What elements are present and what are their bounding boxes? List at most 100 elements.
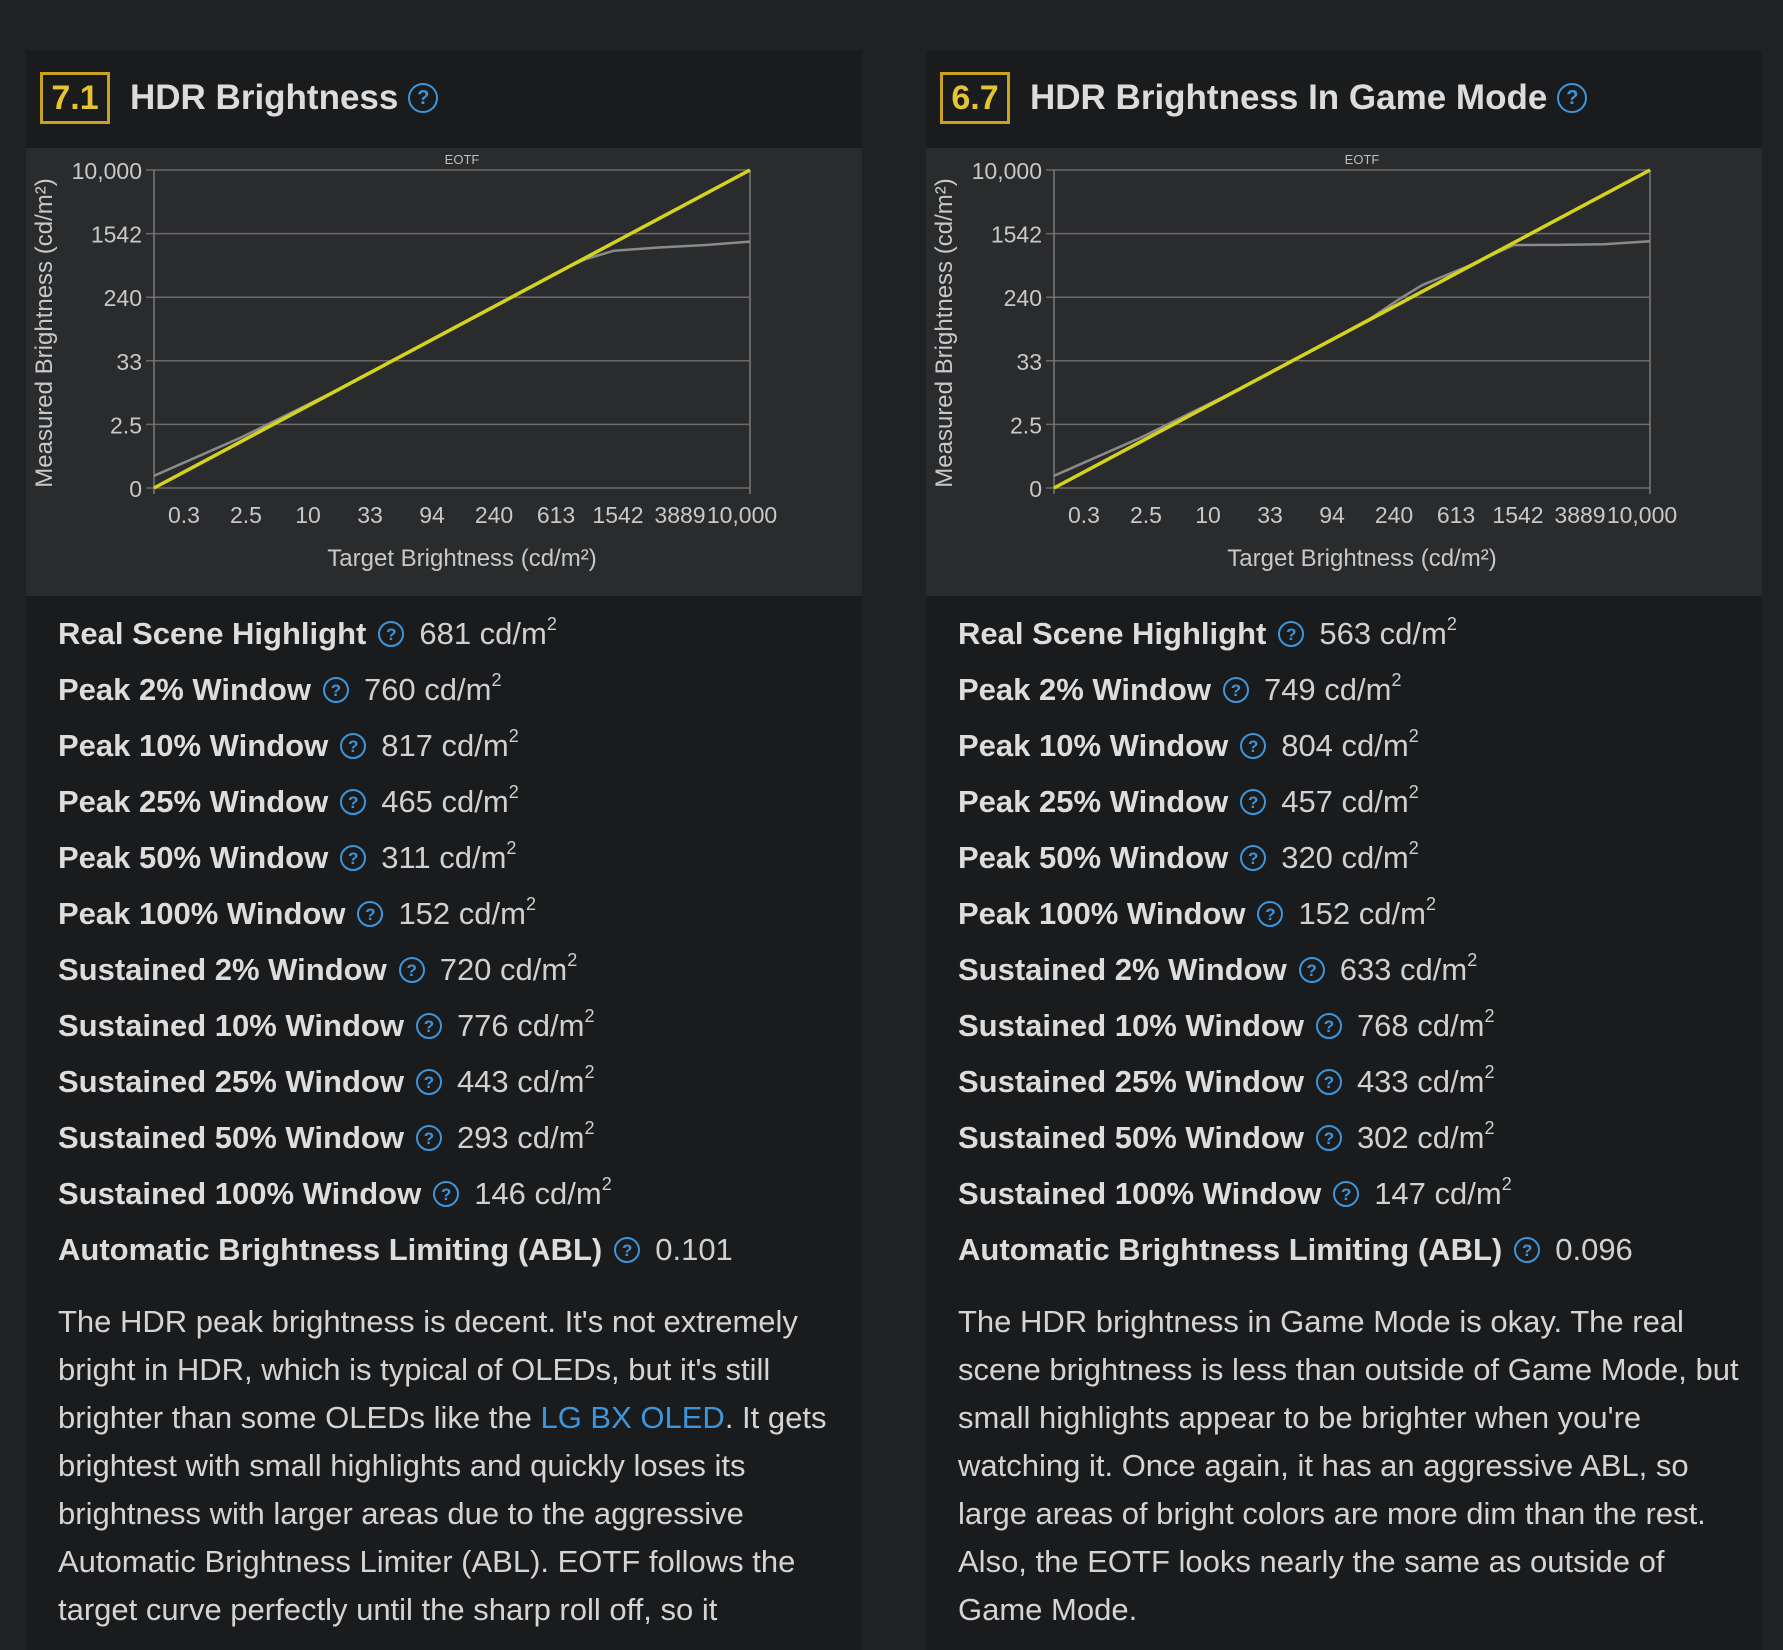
metric-row: Peak 100% Window? 152 cd/m2 bbox=[58, 886, 848, 942]
metric-value-text: 457 cd/m bbox=[1281, 784, 1409, 819]
metric-value: 293 cd/m2 bbox=[457, 1119, 595, 1156]
question-circle-icon[interactable]: ? bbox=[1315, 1069, 1342, 1095]
question-circle-icon[interactable]: ? bbox=[415, 1069, 442, 1095]
metric-value: 320 cd/m2 bbox=[1281, 838, 1419, 876]
metric-row: Sustained 10% Window? 768 cd/m2 bbox=[958, 998, 1748, 1054]
metric-label: Sustained 100% Window bbox=[958, 1176, 1322, 1211]
metric-unit-exponent: 2 bbox=[546, 614, 557, 634]
question-circle-icon[interactable]: ? bbox=[1240, 845, 1267, 871]
question-circle-icon[interactable]: ? bbox=[340, 789, 367, 815]
metric-value: 443 cd/m2 bbox=[457, 1062, 595, 1100]
x-tick-label: 240 bbox=[1375, 502, 1413, 528]
metric-label: Peak 2% Window bbox=[58, 672, 311, 707]
metric-value: 681 cd/m2 bbox=[419, 614, 557, 652]
question-circle-icon[interactable]: ? bbox=[357, 901, 384, 927]
question-circle-icon[interactable]: ? bbox=[322, 677, 349, 703]
metric-value: 633 cd/m2 bbox=[1340, 950, 1478, 988]
metric-unit-exponent: 2 bbox=[584, 1062, 595, 1082]
question-circle-icon[interactable]: ? bbox=[408, 83, 439, 113]
metric-value: 433 cd/m2 bbox=[1356, 1063, 1495, 1100]
question-circle-icon[interactable]: ? bbox=[1333, 1181, 1360, 1207]
metric-unit-exponent: 2 bbox=[1467, 950, 1478, 970]
metric-value-text: 465 cd/m bbox=[381, 784, 509, 819]
panel-hdr-brightness-game-mode: 6.7 HDR Brightness In Game Mode ? EOTF 0 2… bbox=[926, 50, 1762, 1650]
metric-value-text: 776 cd/m bbox=[456, 1008, 585, 1043]
metric-value-text: 720 cd/m bbox=[439, 952, 568, 987]
metric-unit-exponent: 2 bbox=[567, 950, 578, 970]
score-badge: 7.1 bbox=[40, 72, 110, 124]
metric-unit-exponent: 2 bbox=[1425, 894, 1436, 914]
metric-value: 804 cd/m2 bbox=[1281, 726, 1419, 764]
description: The HDR peak brightness is decent. It's … bbox=[58, 1298, 848, 1634]
question-circle-icon[interactable]: ? bbox=[1557, 83, 1588, 113]
metric-unit-exponent: 2 bbox=[1408, 782, 1419, 802]
metric-row: Real Scene Highlight? 563 cd/m2 bbox=[958, 606, 1748, 662]
metric-value: 760 cd/m2 bbox=[363, 671, 502, 708]
metric-label: Sustained 50% Window bbox=[958, 1120, 1304, 1155]
x-axis-label: Target Brightness (cd/m²) bbox=[1227, 545, 1496, 572]
metric-value: 768 cd/m2 bbox=[1357, 1007, 1495, 1044]
question-circle-icon[interactable]: ? bbox=[433, 1181, 460, 1207]
metric-value-text: 0.101 bbox=[655, 1232, 733, 1267]
metric-label: Peak 10% Window bbox=[58, 728, 329, 763]
y-tick-label: 2.5 bbox=[1010, 412, 1042, 438]
metric-row: Peak 25% Window? 465 cd/m2 bbox=[58, 774, 848, 830]
metric-row: Sustained 2% Window? 633 cd/m2 bbox=[958, 942, 1748, 998]
question-circle-icon[interactable]: ? bbox=[1315, 1013, 1342, 1039]
metric-value-text: 817 cd/m bbox=[381, 728, 509, 763]
question-circle-icon[interactable]: ? bbox=[614, 1237, 641, 1263]
y-axis-label: Measured Brightness (cd/m²) bbox=[31, 178, 58, 487]
metric-value: 720 cd/m2 bbox=[439, 950, 578, 988]
question-circle-icon[interactable]: ? bbox=[1514, 1237, 1541, 1263]
metric-row: Sustained 25% Window? 433 cd/m2 bbox=[958, 1054, 1748, 1110]
question-circle-icon[interactable]: ? bbox=[1278, 621, 1305, 647]
metric-value-text: 146 cd/m bbox=[474, 1176, 602, 1211]
metric-unit-exponent: 2 bbox=[1408, 838, 1419, 858]
metric-unit-exponent: 2 bbox=[1446, 614, 1457, 634]
metric-label: Peak 10% Window bbox=[958, 728, 1229, 763]
metric-row: Real Scene Highlight? 681 cd/m2 bbox=[58, 606, 848, 662]
metric-value: 563 cd/m2 bbox=[1319, 614, 1457, 652]
section-header: 7.1 HDR Brightness ? bbox=[40, 70, 439, 126]
y-tick-label: 10,000 bbox=[972, 158, 1042, 184]
y-tick-label: 33 bbox=[116, 349, 142, 375]
x-tick-label: 240 bbox=[475, 502, 513, 528]
x-tick-label: 1542 bbox=[592, 502, 643, 528]
metric-label: Sustained 2% Window bbox=[958, 952, 1287, 987]
question-circle-icon[interactable]: ? bbox=[398, 957, 425, 983]
metric-label: Sustained 10% Window bbox=[958, 1008, 1304, 1043]
metric-unit-exponent: 2 bbox=[1391, 670, 1402, 690]
description-text: The HDR brightness in Game Mode is okay.… bbox=[958, 1304, 1739, 1627]
question-circle-icon[interactable]: ? bbox=[1222, 677, 1249, 703]
question-circle-icon[interactable]: ? bbox=[1240, 733, 1267, 759]
metric-value-text: 152 cd/m bbox=[398, 896, 526, 931]
metric-value-text: 760 cd/m bbox=[363, 672, 492, 707]
metric-label: Peak 50% Window bbox=[958, 840, 1229, 875]
metric-unit-exponent: 2 bbox=[1408, 726, 1419, 746]
metric-unit-exponent: 2 bbox=[508, 782, 519, 802]
target-curve bbox=[1053, 168, 1651, 490]
question-circle-icon[interactable]: ? bbox=[1315, 1125, 1342, 1151]
question-circle-icon[interactable]: ? bbox=[415, 1125, 442, 1151]
question-circle-icon[interactable]: ? bbox=[415, 1013, 442, 1039]
score-badge: 6.7 bbox=[940, 72, 1010, 124]
metric-label: Sustained 2% Window bbox=[58, 952, 387, 987]
eotf-chart-svg: EOTF 0 2.5 33 240 1542 10,000 0.3 2.5 10 33 94 240 61… bbox=[931, 152, 1677, 572]
question-circle-icon[interactable]: ? bbox=[1298, 957, 1325, 983]
metric-value: 0.096 bbox=[1555, 1232, 1633, 1268]
x-tick-label: 3889 bbox=[654, 502, 705, 528]
metric-row: Sustained 50% Window? 302 cd/m2 bbox=[958, 1110, 1748, 1166]
question-circle-icon[interactable]: ? bbox=[378, 621, 405, 647]
question-circle-icon[interactable]: ? bbox=[1240, 789, 1267, 815]
metric-row: Peak 2% Window? 749 cd/m2 bbox=[958, 662, 1748, 718]
metric-value-text: 804 cd/m bbox=[1281, 728, 1409, 763]
metric-row: Sustained 2% Window? 720 cd/m2 bbox=[58, 942, 848, 998]
question-circle-icon[interactable]: ? bbox=[340, 845, 367, 871]
metric-row: Sustained 100% Window? 146 cd/m2 bbox=[58, 1166, 848, 1222]
question-circle-icon[interactable]: ? bbox=[340, 733, 367, 759]
y-tick-label: 10,000 bbox=[72, 158, 142, 184]
section-title: HDR Brightness In Game Mode bbox=[1030, 78, 1548, 117]
metric-value-text: 433 cd/m bbox=[1356, 1064, 1485, 1099]
lg-bx-oled-link[interactable]: LG BX OLED bbox=[540, 1400, 724, 1435]
question-circle-icon[interactable]: ? bbox=[1257, 901, 1284, 927]
